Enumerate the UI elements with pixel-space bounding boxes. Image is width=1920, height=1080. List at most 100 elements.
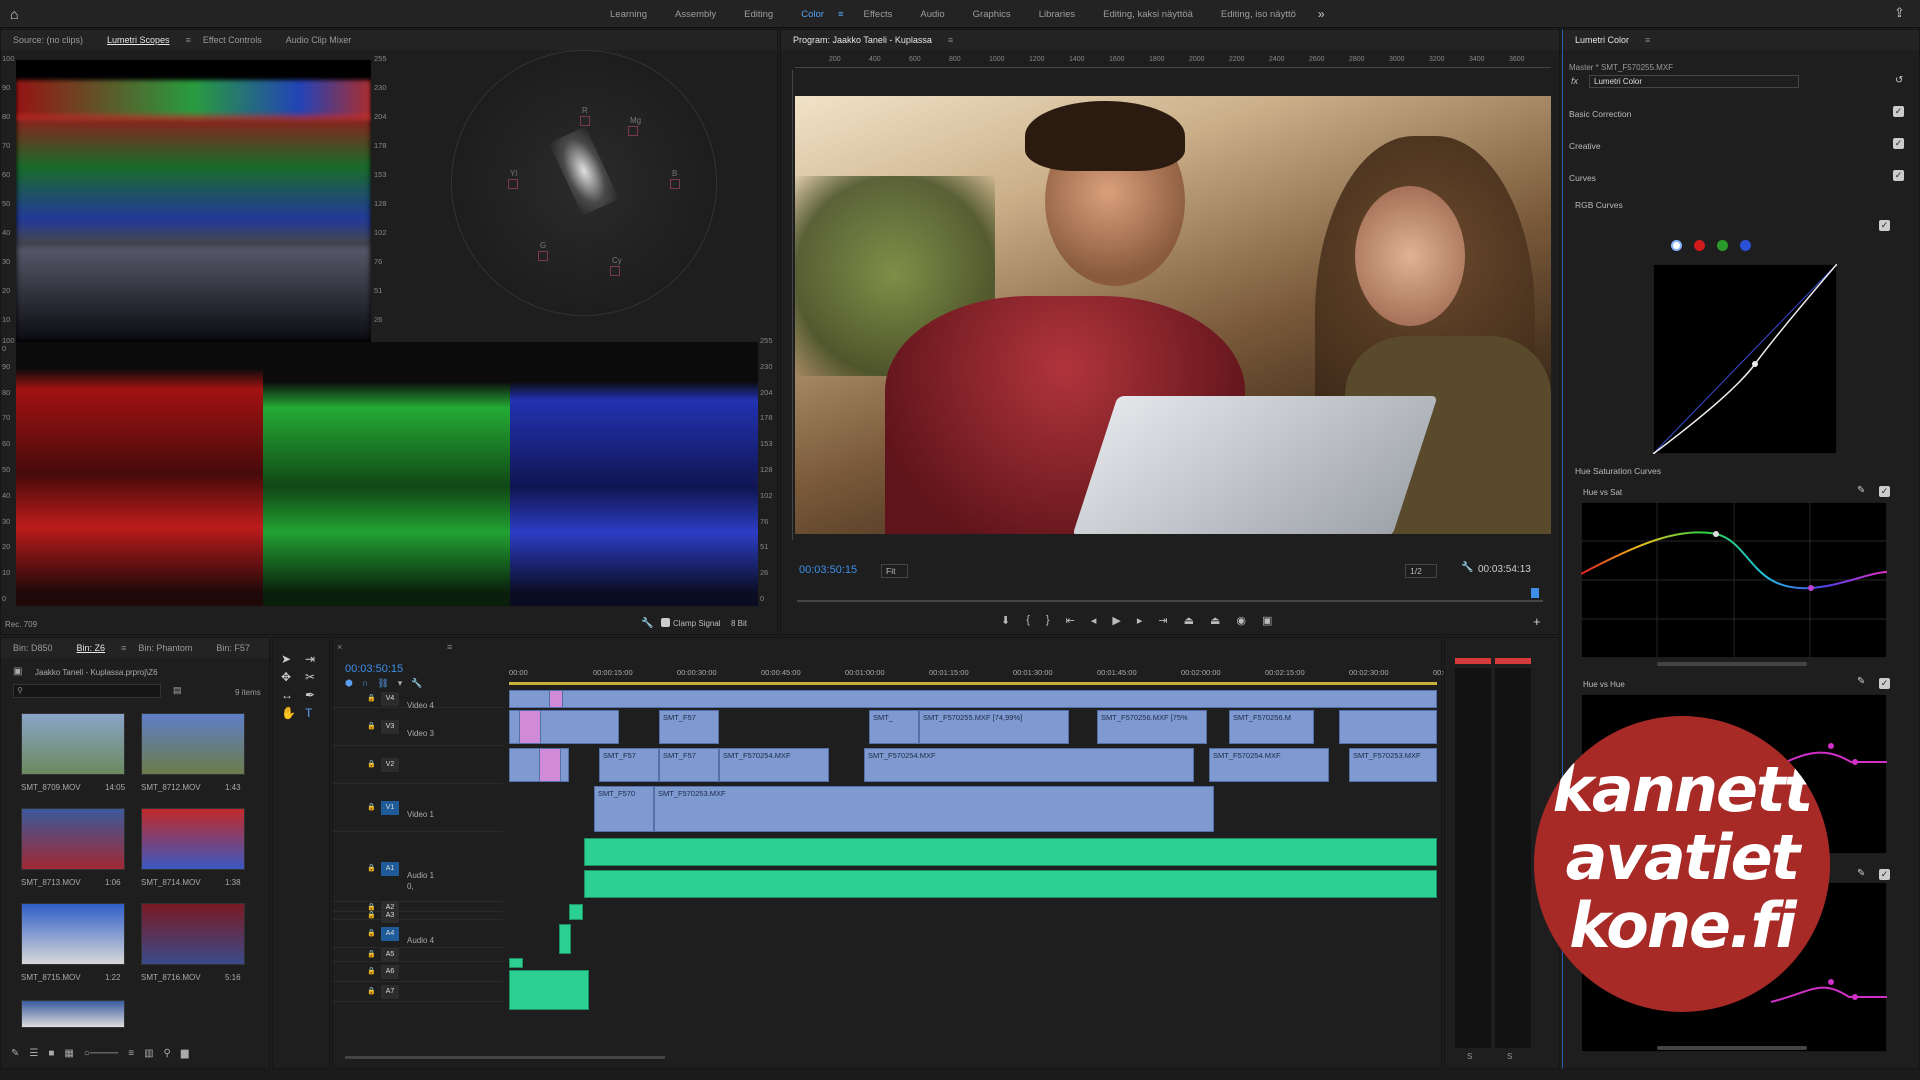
tab-audio-clip-mixer[interactable]: Audio Clip Mixer: [274, 35, 364, 45]
go-to-out-icon[interactable]: ⇥: [1158, 614, 1167, 627]
video-clip[interactable]: SMT_F570254.MXF: [719, 748, 829, 782]
lock-icon[interactable]: 🔒: [367, 967, 376, 975]
video-clip[interactable]: SMT_: [869, 710, 919, 744]
bin-search-input[interactable]: ⚲: [13, 684, 161, 698]
freeform-view-icon[interactable]: ▦: [64, 1048, 73, 1059]
rgb-curve-graph[interactable]: [1653, 264, 1837, 454]
video-clip[interactable]: SMT_F57: [659, 748, 719, 782]
automate-icon[interactable]: ▥: [144, 1048, 153, 1059]
pen-tool-icon[interactable]: ✒: [305, 688, 325, 702]
tab-source[interactable]: Source: (no clips): [1, 35, 95, 45]
hue-vs-sat-scrollbar[interactable]: [1657, 662, 1807, 666]
solo-left-button[interactable]: S: [1467, 1052, 1472, 1061]
curves-checkbox[interactable]: ✓: [1893, 170, 1904, 181]
mark-in-icon[interactable]: {: [1026, 614, 1030, 627]
hue-vs-sat-graph[interactable]: [1581, 502, 1887, 658]
panel-menu-icon[interactable]: ≡: [948, 35, 953, 45]
hue-vs-luma-checkbox[interactable]: ✓: [1879, 869, 1890, 880]
tab-bin-d850[interactable]: Bin: D850: [1, 643, 65, 653]
more-workspaces-icon[interactable]: »: [1310, 7, 1333, 21]
video-clip[interactable]: [519, 710, 541, 744]
video-clip[interactable]: SMT_F570256.M: [1229, 710, 1314, 744]
lock-icon[interactable]: 🔒: [367, 950, 376, 958]
rgb-curves-checkbox[interactable]: ✓: [1879, 220, 1890, 231]
timeline-timecode[interactable]: 00:03:50:15: [345, 663, 403, 675]
slip-tool-icon[interactable]: ↔: [281, 688, 301, 702]
video-clip[interactable]: SMT_F570254.MXF: [1209, 748, 1329, 782]
reset-icon[interactable]: ↺: [1895, 75, 1903, 86]
audio-clip[interactable]: [509, 970, 589, 1010]
solo-right-button[interactable]: S: [1507, 1052, 1512, 1061]
hue-vs-luma-scrollbar[interactable]: [1657, 1046, 1807, 1050]
track-select-tool-icon[interactable]: ⇥: [305, 652, 325, 666]
work-area-bar[interactable]: [509, 682, 1437, 685]
video-clip[interactable]: SMT_F57: [599, 748, 659, 782]
video-clip[interactable]: SMT_F570256.MXF [75%: [1097, 710, 1207, 744]
video-clip[interactable]: SMT_F570: [594, 786, 654, 832]
bin-clip-thumbnail[interactable]: [141, 808, 245, 870]
comparison-view-icon[interactable]: ▣: [1262, 614, 1272, 627]
audio-clip[interactable]: [559, 924, 571, 954]
zoom-slider[interactable]: ○────: [84, 1048, 118, 1059]
sort-icon[interactable]: ≡: [128, 1048, 134, 1059]
timeline-ruler[interactable]: 00:00 00:00:15:00 00:00:30:00 00:00:45:00 00…: [509, 668, 1448, 682]
new-bin-icon[interactable]: ▤: [173, 685, 182, 696]
creative-section[interactable]: Creative: [1569, 141, 1601, 151]
bin-clip-thumbnail[interactable]: [21, 1000, 125, 1028]
timeline-scrollbar[interactable]: [345, 1056, 665, 1059]
workspace-tab[interactable]: Editing, kaksi näyttöä: [1089, 9, 1207, 20]
program-video-frame[interactable]: [795, 96, 1551, 534]
master-clip-select[interactable]: Master * SMT_F570255.MXF: [1569, 63, 1673, 72]
razor-tool-icon[interactable]: ✂: [305, 670, 325, 684]
track-target-toggle[interactable]: V1: [381, 801, 399, 815]
audio-clip[interactable]: [569, 904, 583, 920]
track-target-toggle[interactable]: A6: [381, 965, 399, 979]
lock-icon[interactable]: 🔒: [367, 864, 376, 872]
lock-icon[interactable]: 🔒: [367, 911, 376, 919]
playhead-marker[interactable]: [1531, 588, 1539, 598]
clamp-signal-checkbox[interactable]: [661, 618, 670, 627]
tab-effect-controls[interactable]: Effect Controls: [191, 35, 274, 45]
fx-icon[interactable]: fx: [1571, 76, 1578, 86]
tab-bin-phantom[interactable]: Bin: Phantom: [126, 643, 204, 653]
workspace-tab[interactable]: Color: [787, 9, 838, 20]
play-icon[interactable]: ▶: [1112, 614, 1120, 627]
export-frame-icon[interactable]: ◉: [1236, 614, 1246, 627]
track-target-toggle[interactable]: A1: [381, 862, 399, 876]
curves-section[interactable]: Curves: [1569, 173, 1596, 183]
lock-icon[interactable]: 🔒: [367, 760, 376, 768]
wrench-icon[interactable]: 🔧: [641, 618, 653, 629]
hue-saturation-curves-section[interactable]: Hue Saturation Curves: [1575, 466, 1661, 476]
icon-view-icon[interactable]: ■: [48, 1048, 54, 1059]
share-icon[interactable]: ⇪: [1894, 5, 1910, 21]
workspace-tab[interactable]: Effects: [849, 9, 906, 20]
list-view-icon[interactable]: ☰: [29, 1048, 38, 1059]
find-icon[interactable]: ⚲: [164, 1048, 171, 1059]
track-target-toggle[interactable]: V4: [381, 692, 399, 706]
playback-resolution-select[interactable]: 1/2: [1405, 564, 1437, 578]
audio-clip[interactable]: [584, 838, 1437, 866]
lock-icon[interactable]: 🔒: [367, 929, 376, 937]
track-target-toggle[interactable]: A5: [381, 948, 399, 962]
pencil-icon[interactable]: ✎: [11, 1048, 19, 1059]
selection-tool-icon[interactable]: ➤: [281, 652, 301, 666]
lock-icon[interactable]: 🔒: [367, 694, 376, 702]
bin-clip-thumbnail[interactable]: [141, 903, 245, 965]
track-target-toggle[interactable]: A7: [381, 985, 399, 999]
basic-correction-checkbox[interactable]: ✓: [1893, 106, 1904, 117]
curve-channel-blue[interactable]: [1740, 240, 1751, 251]
curve-channel-white[interactable]: [1671, 240, 1682, 251]
tab-lumetri-scopes[interactable]: Lumetri Scopes: [95, 35, 182, 45]
lock-icon[interactable]: 🔒: [367, 903, 376, 911]
wrench-icon[interactable]: 🔧: [1461, 562, 1473, 573]
eyedropper-icon[interactable]: ✎: [1857, 676, 1865, 687]
video-clip[interactable]: [549, 690, 563, 708]
tab-bin-z6[interactable]: Bin: Z6: [65, 643, 118, 653]
track-target-toggle[interactable]: A4: [381, 927, 399, 941]
bin-clip-thumbnail[interactable]: [21, 808, 125, 870]
playhead-timecode[interactable]: 00:03:50:15: [799, 564, 857, 576]
track-volume[interactable]: 0,: [407, 882, 414, 891]
bin-clip-thumbnail[interactable]: [141, 713, 245, 775]
lock-icon[interactable]: 🔒: [367, 987, 376, 995]
creative-checkbox[interactable]: ✓: [1893, 138, 1904, 149]
